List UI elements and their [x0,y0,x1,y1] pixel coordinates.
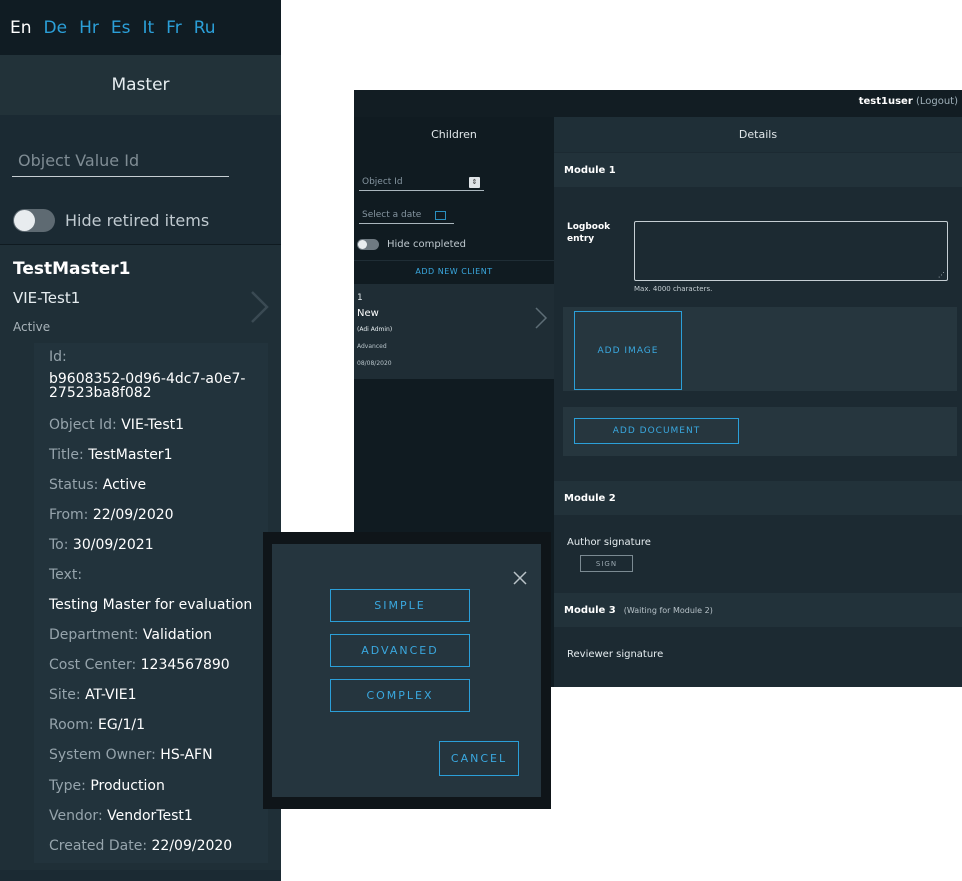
details-column: Details Module 1 Logbook entry ⋰ Max. 40… [554,117,962,687]
add-document-button[interactable]: ADD DOCUMENT [574,418,739,444]
logout-link[interactable]: (Logout) [916,96,958,107]
master-details: Id: b9608352-0d96-4dc7-a0e7-27523ba8f082… [34,343,268,863]
toggle-knob [358,240,367,249]
lang-es[interactable]: Es [111,18,131,38]
module-2-header: Module 2 [554,481,962,515]
calendar-icon[interactable] [435,211,446,220]
add-image-button[interactable]: ADD IMAGE [574,311,682,390]
child-type: Advanced [357,343,387,350]
master-panel: En De Hr Es It Fr Ru Master Object Value… [0,0,281,881]
date-placeholder: Select a date [362,210,422,220]
detail-created-date: Created Date: 22/09/2020 [49,838,233,854]
resize-grip-icon[interactable]: ⋰ [938,271,945,279]
reviewer-signature-label: Reviewer signature [567,649,664,660]
detail-object-id: Object Id: VIE-Test1 [49,417,185,433]
details-heading: Details [554,117,962,152]
panel-footer [0,870,281,881]
date-picker[interactable]: Select a date [359,210,454,224]
cancel-button[interactable]: CANCEL [439,741,519,776]
object-id-placeholder: Object Id [362,177,403,187]
detail-status: Status: Active [49,477,147,493]
detail-room: Room: EG/1/1 [49,717,145,733]
detail-title: Title: TestMaster1 [49,447,173,463]
add-new-client-button[interactable]: ADD NEW CLIENT [354,260,554,281]
id-label: Id: [49,349,67,365]
child-number: 1 [357,293,363,303]
hide-completed-label: Hide completed [387,239,467,250]
username: test1user [858,96,913,107]
advanced-button[interactable]: ADVANCED [330,634,470,667]
child-status: New [357,308,379,319]
detail-system-owner: System Owner: HS-AFN [49,747,213,763]
detail-vendor: Vendor: VendorTest1 [49,808,193,824]
module-3-header: Module 3 (Waiting for Module 2) [554,593,962,627]
master-heading: Master [0,55,281,115]
children-heading: Children [354,117,554,152]
chevron-right-icon[interactable] [534,306,548,330]
language-bar: En De Hr Es It Fr Ru [0,0,281,55]
detail-to: To: 30/09/2021 [49,537,154,553]
toggle-knob [14,210,35,231]
simple-button[interactable]: SIMPLE [330,589,470,622]
lang-en[interactable]: En [10,18,32,38]
master-card[interactable]: TestMaster1 VIE-Test1 Active Id: b960835… [0,245,281,870]
detail-type: Type: Production [49,778,165,794]
module-3-note: (Waiting for Module 2) [623,605,713,615]
logbook-hint: Max. 4000 characters. [634,285,713,293]
object-value-id-input[interactable]: Object Value Id [12,149,229,177]
master-card-status: Active [13,320,51,334]
lang-ru[interactable]: Ru [194,18,216,38]
module-1-header: Module 1 [554,153,962,187]
detail-text-value: Testing Master for evaluation [49,597,253,613]
author-signature-label: Author signature [567,537,651,548]
hide-retired-label: Hide retired items [65,211,210,230]
lang-it[interactable]: It [142,18,154,38]
child-date: 08/08/2020 [357,360,392,367]
client-type-dialog: SIMPLE ADVANCED COMPLEX CANCEL [272,544,541,797]
top-bar: test1user (Logout) [354,90,962,117]
detail-from: From: 22/09/2020 [49,507,174,523]
master-card-title: TestMaster1 [13,259,131,279]
spinner-icon[interactable]: ⇕ [469,177,480,188]
image-section: ADD IMAGE [563,307,957,391]
complex-button[interactable]: COMPLEX [330,679,470,712]
document-section: ADD DOCUMENT [563,407,957,456]
id-value: b9608352-0d96-4dc7-a0e7-27523ba8f082 [49,371,246,401]
logbook-label: Logbook entry [567,222,611,244]
dialog-overlay: SIMPLE ADVANCED COMPLEX CANCEL [263,532,551,809]
lang-de[interactable]: De [44,18,68,38]
logbook-textarea[interactable]: ⋰ [634,221,948,281]
child-author: (Adi Admin) [357,326,393,333]
close-icon[interactable] [512,570,528,586]
master-card-subtitle: VIE-Test1 [13,289,81,307]
hide-completed-toggle[interactable] [357,239,379,250]
chevron-right-icon[interactable] [246,289,270,325]
lang-fr[interactable]: Fr [166,18,182,38]
sign-button[interactable]: SIGN [580,555,633,572]
hide-retired-toggle[interactable] [13,209,55,232]
detail-department: Department: Validation [49,627,213,643]
object-id-input[interactable]: Object Id ⇕ [359,177,484,191]
lang-hr[interactable]: Hr [79,18,99,38]
child-list-item[interactable]: 1 New (Adi Admin) Advanced 08/08/2020 [354,284,554,379]
detail-site: Site: AT-VIE1 [49,687,137,703]
detail-text-label: Text: [49,567,83,583]
detail-cost-center: Cost Center: 1234567890 [49,657,230,673]
